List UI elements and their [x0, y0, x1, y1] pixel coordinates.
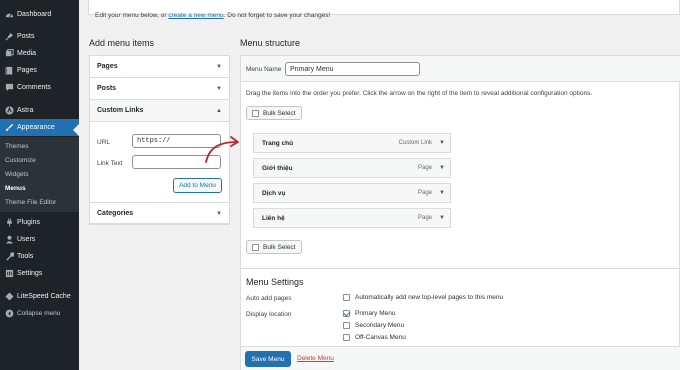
- checkbox-checked: [343, 310, 350, 317]
- delete-menu-link[interactable]: Delete Menu: [297, 355, 334, 362]
- menu-name-input[interactable]: [285, 62, 420, 76]
- caret-down-icon: ▼: [216, 211, 222, 217]
- checkbox: [343, 334, 350, 341]
- menu-settings-title: Menu Settings: [246, 277, 304, 287]
- current-menu-arrow: [73, 124, 79, 136]
- menu-name-label: Menu Name: [246, 66, 282, 73]
- caret-down-icon[interactable]: ▼: [439, 215, 445, 221]
- page-icon: [4, 65, 14, 75]
- sidebar-item-tools[interactable]: Tools: [0, 248, 79, 265]
- caret-down-icon: ▼: [216, 64, 222, 70]
- location-off-canvas-menu-checkbox[interactable]: Off-Canvas Menu: [343, 334, 406, 341]
- submenu-item-themes[interactable]: Themes: [5, 143, 28, 150]
- menu-footer-bar: Save Menu Delete Menu: [241, 346, 680, 370]
- checkbox: [252, 243, 259, 251]
- sidebar-item-label: Posts: [17, 33, 35, 40]
- sidebar-item-label: Pages: [17, 67, 37, 74]
- sidebar-item-label: Plugins: [17, 219, 40, 226]
- annotation-arrow-icon: [205, 136, 239, 163]
- settings-icon: [4, 268, 14, 278]
- sidebar-item-label: Dashboard: [17, 11, 52, 18]
- checkbox: [252, 109, 259, 117]
- sidebar-item-media[interactable]: Media: [0, 45, 79, 62]
- sidebar-item-dashboard[interactable]: Dashboard: [0, 6, 79, 23]
- auto-add-pages-label: Auto add pages: [246, 295, 292, 302]
- admin-sidebar: Dashboard Posts Media Pages Comments Ast…: [0, 0, 79, 370]
- location-secondary-menu-checkbox[interactable]: Secondary Menu: [343, 322, 404, 329]
- sidebar-item-appearance[interactable]: Appearance: [0, 119, 79, 136]
- divider: [241, 268, 680, 269]
- sidebar-item-users[interactable]: Users: [0, 231, 79, 248]
- caret-up-icon: ▲: [216, 108, 222, 114]
- caret-down-icon[interactable]: ▼: [439, 165, 445, 171]
- accordion-categories[interactable]: Categories ▼: [90, 202, 229, 224]
- menu-name-bar: Menu Name: [241, 56, 680, 82]
- edit-menu-notice: Edit your menu below, or create a new me…: [88, 0, 680, 19]
- pin-icon: [4, 31, 14, 41]
- save-menu-button[interactable]: Save Menu: [245, 351, 291, 367]
- sidebar-item-label: Tools: [17, 253, 34, 260]
- location-primary-menu-checkbox[interactable]: Primary Menu: [343, 310, 395, 317]
- caret-down-icon[interactable]: ▼: [439, 190, 445, 196]
- menu-item-row[interactable]: Liên hệ Page ▼: [253, 208, 451, 228]
- user-icon: [4, 234, 14, 244]
- sidebar-item-label: Collapse menu: [17, 310, 61, 317]
- media-icon: [4, 48, 14, 58]
- sidebar-item-comments[interactable]: Comments: [0, 79, 79, 96]
- menu-item-row[interactable]: Trang chủ Custom Link ▼: [253, 133, 451, 153]
- brush-icon: [4, 122, 14, 132]
- menu-structure-panel: Menu Name Drag the items into the order …: [240, 55, 680, 370]
- submenu-item-menus[interactable]: Menus: [5, 185, 26, 192]
- create-new-menu-link[interactable]: create a new menu: [168, 12, 223, 19]
- astra-icon: [4, 105, 14, 115]
- submenu-item-theme-file-editor[interactable]: Theme File Editor: [5, 199, 56, 206]
- sidebar-item-astra[interactable]: Astra: [0, 102, 79, 119]
- submenu-item-widgets[interactable]: Widgets: [5, 171, 28, 178]
- comment-icon: [4, 82, 14, 92]
- collapse-icon: [4, 308, 14, 318]
- sidebar-item-label: Users: [17, 236, 36, 243]
- add-menu-items-title: Add menu items: [89, 38, 155, 48]
- accordion-custom-links[interactable]: Custom Links ▲: [90, 100, 229, 122]
- bulk-select-button-bottom[interactable]: Bulk Select: [246, 240, 302, 254]
- display-location-label: Display location: [246, 311, 292, 318]
- checkbox: [343, 294, 350, 301]
- sidebar-item-settings[interactable]: Settings: [0, 265, 79, 282]
- notice-text: Edit your menu below, or create a new me…: [95, 12, 331, 19]
- sidebar-item-plugins[interactable]: Plugins: [0, 214, 79, 231]
- menu-item-row[interactable]: Dịch vụ Page ▼: [253, 183, 451, 203]
- sidebar-item-litespeed-cache[interactable]: LiteSpeed Cache: [0, 288, 79, 305]
- accordion-posts[interactable]: Posts ▼: [90, 78, 229, 100]
- caret-down-icon: ▼: [216, 86, 222, 92]
- add-to-menu-button[interactable]: Add to Menu: [173, 178, 222, 193]
- sidebar-item-posts[interactable]: Posts: [0, 28, 79, 45]
- accordion-pages[interactable]: Pages ▼: [90, 56, 229, 78]
- menu-structure-title: Menu structure: [240, 38, 301, 48]
- url-label: URL: [97, 139, 111, 146]
- submenu-item-customize[interactable]: Customize: [5, 157, 36, 164]
- collapse-menu-button[interactable]: Collapse menu: [0, 305, 79, 322]
- sidebar-item-label: Comments: [17, 84, 51, 91]
- sidebar-item-label: Settings: [17, 270, 43, 277]
- plug-icon: [4, 217, 14, 227]
- wrench-icon: [4, 251, 14, 261]
- dashboard-icon: [4, 9, 14, 19]
- bulk-select-button-top[interactable]: Bulk Select: [246, 106, 302, 120]
- sidebar-item-label: Media: [17, 50, 37, 57]
- link-text-label: Link Text: [97, 160, 123, 167]
- sidebar-item-label: Appearance: [17, 124, 55, 131]
- sidebar-item-label: Astra: [17, 107, 34, 114]
- diamond-icon: [4, 291, 14, 301]
- auto-add-pages-checkbox[interactable]: Automatically add new top-level pages to…: [343, 294, 503, 301]
- caret-down-icon[interactable]: ▼: [439, 140, 445, 146]
- sidebar-item-pages[interactable]: Pages: [0, 62, 79, 79]
- menu-item-row[interactable]: Giới thiệu Page ▼: [253, 158, 451, 178]
- drag-instructions: Drag the items into the order you prefer…: [246, 90, 593, 97]
- checkbox: [343, 322, 350, 329]
- sidebar-item-label: LiteSpeed Cache: [17, 293, 71, 300]
